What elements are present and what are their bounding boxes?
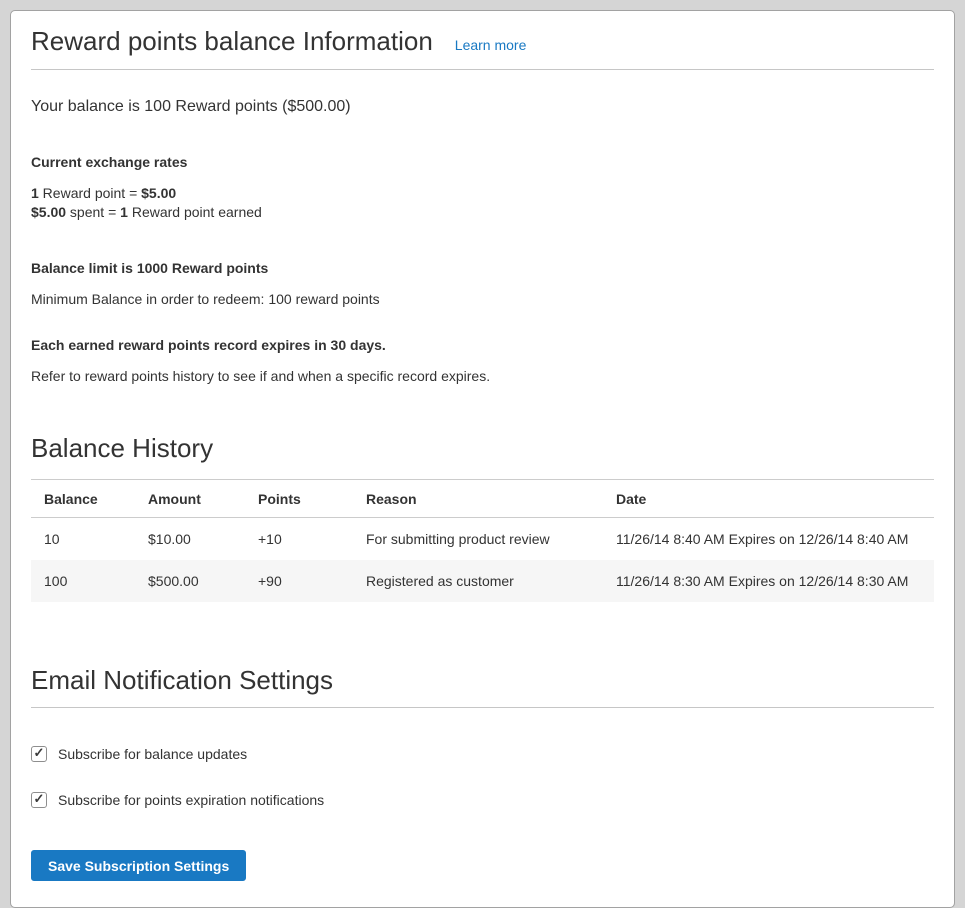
- balance-history-title: Balance History: [31, 434, 934, 464]
- email-settings-title: Email Notification Settings: [31, 666, 934, 696]
- reward-points-panel: Reward points balance Information Learn …: [10, 10, 955, 908]
- table-cell-points: +90: [248, 560, 356, 602]
- points-expiration-option: Subscribe for points expiration notifica…: [31, 792, 934, 808]
- table-cell-reason: Registered as customer: [356, 560, 606, 602]
- balance-history-table: Balance Amount Points Reason Date 10 $10…: [31, 479, 934, 602]
- rate-line-2: $5.00 spent = 1 Reward point earned: [31, 204, 262, 220]
- expiration-note: Refer to reward points history to see if…: [31, 368, 934, 384]
- minimum-balance-text: Minimum Balance in order to redeem: 100 …: [31, 291, 934, 307]
- page-title: Reward points balance Information: [31, 27, 433, 57]
- table-cell-date: 11/26/14 8:30 AM Expires on 12/26/14 8:3…: [606, 560, 934, 602]
- page-header: Reward points balance Information Learn …: [31, 25, 934, 57]
- table-cell-date: 11/26/14 8:40 AM Expires on 12/26/14 8:4…: [606, 517, 934, 560]
- table-cell-balance: 10: [31, 517, 138, 560]
- column-header-amount: Amount: [138, 479, 248, 517]
- exchange-rates-text: 1 Reward point = $5.00 $5.00 spent = 1 R…: [31, 184, 934, 222]
- header-divider: [31, 69, 934, 70]
- expiration-text: Each earned reward points record expires…: [31, 337, 934, 353]
- rate-line-1: 1 Reward point = $5.00: [31, 185, 176, 201]
- table-cell-amount: $10.00: [138, 517, 248, 560]
- column-header-reason: Reason: [356, 479, 606, 517]
- balance-updates-option: Subscribe for balance updates: [31, 746, 934, 762]
- table-cell-balance: 100: [31, 560, 138, 602]
- column-header-balance: Balance: [31, 479, 138, 517]
- balance-summary: Your balance is 100 Reward points ($500.…: [31, 98, 934, 116]
- table-cell-reason: For submitting product review: [356, 517, 606, 560]
- balance-limit-text: Balance limit is 1000 Reward points: [31, 260, 934, 276]
- points-expiration-checkbox[interactable]: [31, 792, 47, 808]
- table-cell-points: +10: [248, 517, 356, 560]
- table-header-row: Balance Amount Points Reason Date: [31, 479, 934, 517]
- balance-updates-checkbox[interactable]: [31, 746, 47, 762]
- email-settings-divider: [31, 707, 934, 708]
- table-row: 100 $500.00 +90 Registered as customer 1…: [31, 560, 934, 602]
- save-subscription-button[interactable]: Save Subscription Settings: [31, 850, 246, 881]
- column-header-date: Date: [606, 479, 934, 517]
- points-expiration-label: Subscribe for points expiration notifica…: [58, 792, 324, 808]
- table-cell-amount: $500.00: [138, 560, 248, 602]
- balance-updates-label: Subscribe for balance updates: [58, 746, 247, 762]
- learn-more-link[interactable]: Learn more: [455, 37, 527, 53]
- table-row: 10 $10.00 +10 For submitting product rev…: [31, 517, 934, 560]
- column-header-points: Points: [248, 479, 356, 517]
- exchange-rates-heading: Current exchange rates: [31, 154, 934, 170]
